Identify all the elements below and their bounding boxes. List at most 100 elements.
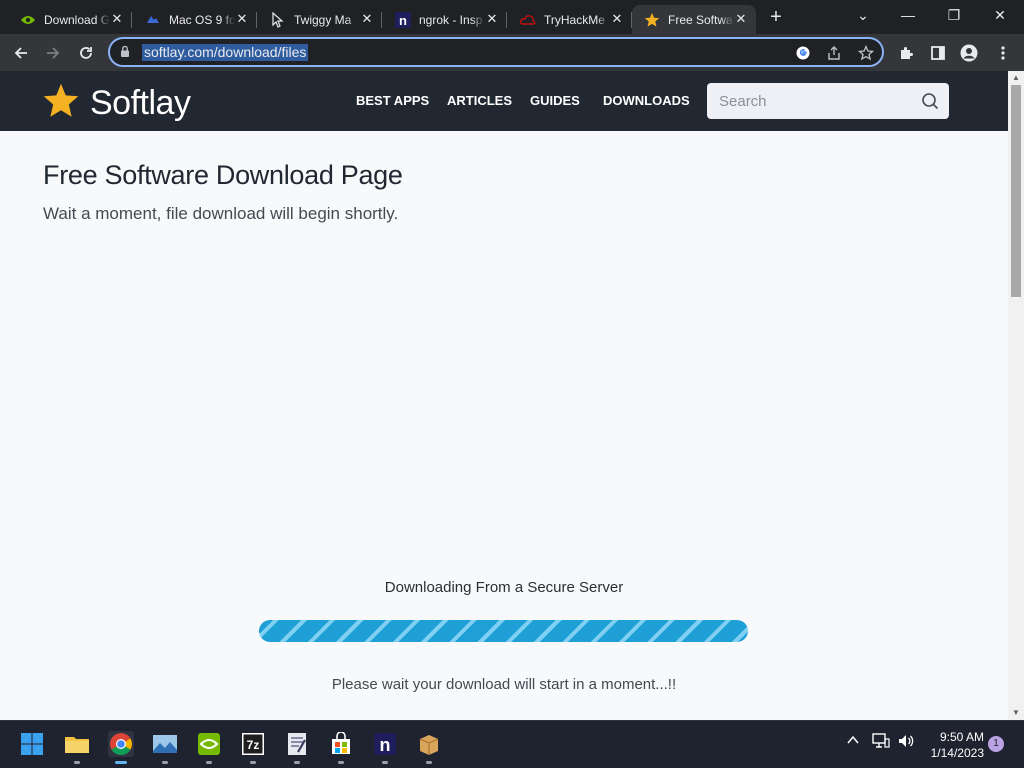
close-tab-icon[interactable]: ✕ [235,12,249,26]
tab-twiggy[interactable]: Twiggy Ma ✕ [258,5,382,34]
site-header: Softlay BEST APPS ARTICLES GUIDES DOWNLO… [0,71,1008,131]
download-progress-bar [259,620,748,642]
nav-downloads[interactable]: DOWNLOADS [603,93,690,108]
tab-title: ngrok - Insp [419,12,483,27]
photos-icon[interactable] [152,731,178,764]
notepad-app-icon[interactable] [284,731,310,764]
close-tab-icon[interactable]: ✕ [360,12,374,26]
side-panel-icon[interactable] [927,42,949,64]
reload-button[interactable] [75,42,97,64]
tab-bar: Download Go ✕ Mac OS 9 for ✕ Twiggy Ma ✕… [0,0,1024,34]
download-heading: Downloading From a Secure Server [384,579,624,596]
cursor-icon [270,11,286,28]
network-icon[interactable] [872,733,890,752]
tab-free-software[interactable]: Free Softwa ✕ [632,5,756,34]
running-indicator [382,761,388,764]
tab-separator [256,12,257,28]
profile-icon[interactable] [958,42,980,64]
running-indicator [426,761,432,764]
ngrok-icon: n [395,11,411,28]
minimize-icon[interactable]: — [898,6,918,26]
close-tab-icon[interactable]: ✕ [734,12,748,26]
tab-title: Mac OS 9 for [169,12,235,27]
svg-text:n: n [399,13,407,28]
tab-title: Free Softwa [668,12,733,27]
restore-icon[interactable]: ❐ [944,6,964,26]
close-window-icon[interactable]: ✕ [990,6,1010,26]
chrome-taskbar-icon[interactable] [108,731,134,764]
url-text[interactable]: softlay.com/download/files [142,44,309,61]
system-clock[interactable]: 9:50 AM 1/14/2023 [924,729,984,761]
close-tab-icon[interactable]: ✕ [485,12,499,26]
running-indicator [206,761,212,764]
download-note: Please wait your download will start in … [331,676,677,693]
ngrok-taskbar-icon[interactable]: n [372,731,398,764]
menu-icon[interactable] [992,42,1014,64]
running-indicator [294,761,300,764]
tab-ngrok[interactable]: n ngrok - Insp ✕ [383,5,507,34]
star-icon [644,12,660,28]
show-hidden-icons[interactable] [846,733,860,750]
nav-guides[interactable]: GUIDES [530,93,580,108]
volume-icon[interactable] [897,733,915,752]
nvidia-icon [20,12,36,28]
forward-button[interactable] [42,42,64,64]
macos-icon [145,12,161,28]
tab-search-icon[interactable]: ⌄ [853,6,873,26]
close-tab-icon[interactable]: ✕ [110,12,124,26]
search-icon[interactable] [921,92,939,115]
svg-text:7z: 7z [247,738,260,752]
nvidia-taskbar-icon[interactable] [196,731,222,764]
taskbar: 7z n 9:50 AM 1/14/2023 1 [0,720,1024,768]
scroll-up-icon[interactable]: ▲ [1012,74,1020,82]
running-indicator [74,761,80,764]
lock-icon[interactable] [120,45,130,63]
scroll-down-icon[interactable]: ▼ [1012,709,1020,717]
tab-title: TryHackMe [544,12,605,27]
package-icon[interactable] [416,731,442,764]
logo-star-icon [42,83,80,124]
tab-separator [381,12,382,28]
search-placeholder: Search [719,93,767,110]
progress-fill [259,620,748,642]
running-indicator [250,761,256,764]
tryhackme-icon [520,12,536,28]
file-explorer-icon[interactable] [64,731,90,764]
page-subtitle: Wait a moment, file download will begin … [43,204,399,223]
site-search-input[interactable]: Search [707,83,949,119]
bookmark-star-icon[interactable] [857,44,875,62]
notification-badge[interactable]: 1 [988,736,1004,752]
close-tab-icon[interactable]: ✕ [610,12,624,26]
tab-download-go[interactable]: Download Go ✕ [8,5,132,34]
start-button[interactable] [19,731,45,757]
store-icon[interactable] [328,731,354,764]
svg-text:n: n [380,735,391,755]
running-indicator [162,761,168,764]
page-viewport: Softlay BEST APPS ARTICLES GUIDES DOWNLO… [0,71,1008,720]
page-title: Free Software Download Page [43,160,403,190]
tab-separator [506,12,507,28]
tab-mac-os-9[interactable]: Mac OS 9 for ✕ [133,5,257,34]
share-icon[interactable] [825,44,843,62]
extensions-icon[interactable] [895,42,917,64]
tab-title: Download Go [44,12,110,27]
running-indicator [338,761,344,764]
google-lens-icon[interactable] [794,44,812,62]
nav-articles[interactable]: ARTICLES [447,93,512,108]
logo-text: Softlay [90,84,191,122]
running-indicator [115,761,127,764]
tab-separator [131,12,132,28]
tab-tryhackme[interactable]: TryHackMe ✕ [508,5,632,34]
page-scrollbar[interactable]: ▲ ▼ [1008,71,1024,720]
clock-time: 9:50 AM [939,730,984,744]
browser-toolbar: softlay.com/download/files [0,34,1024,71]
site-logo[interactable]: Softlay [42,83,191,124]
7zip-icon[interactable]: 7z [240,731,266,764]
clock-date: 1/14/2023 [930,746,984,760]
address-bar[interactable]: softlay.com/download/files [108,37,884,67]
tab-title: Twiggy Ma [294,12,352,27]
nav-best-apps[interactable]: BEST APPS [356,93,429,108]
back-button[interactable] [10,42,32,64]
scrollbar-thumb[interactable] [1011,85,1021,297]
new-tab-button[interactable]: + [766,7,786,28]
